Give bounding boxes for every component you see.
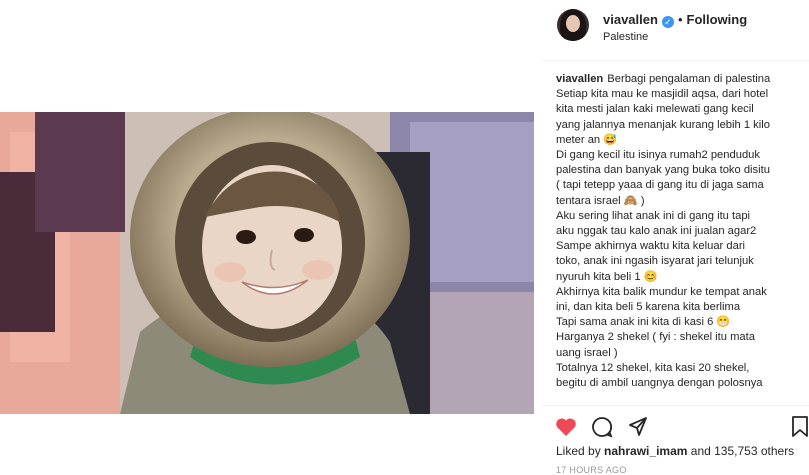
caption-line: ( tapi tetepp yaaa di gang itu di jaga s… bbox=[556, 179, 764, 192]
caption-line: Tapi sama anak ini kita di kasi 6 😁 bbox=[556, 316, 731, 329]
caption-line: Di gang kecil itu isinya rumah2 penduduk bbox=[556, 149, 760, 162]
avatar-face bbox=[566, 15, 580, 32]
following-button[interactable]: Following bbox=[687, 12, 748, 27]
caption-line: ini, dan kita beli 5 karena kita berlima bbox=[556, 301, 741, 314]
action-bar bbox=[542, 405, 809, 446]
caption-line: Totalnya 12 shekel, kita kasi 20 shekel, bbox=[556, 361, 750, 374]
heart-icon[interactable] bbox=[554, 415, 578, 439]
caption-line: viavallen Berbagi pengalaman di palestina bbox=[556, 73, 771, 85]
caption-line: palestina dan banyak yang buka toko disi… bbox=[556, 164, 770, 177]
caption-line: uang israel ) bbox=[556, 346, 618, 359]
location-link[interactable]: Palestine bbox=[603, 31, 648, 43]
caption-line: Setiap kita mau ke masjidil aqsa, dari h… bbox=[556, 88, 769, 101]
post-header: viavallen ✓ • Following Palestine bbox=[542, 0, 809, 61]
comment-icon[interactable] bbox=[590, 415, 614, 439]
caption-line: begitu di ambil uangnya dengan polosnya bbox=[556, 377, 763, 390]
post-timestamp[interactable]: 17 HOURS AGO bbox=[556, 465, 627, 475]
caption-line: Aku sering lihat anak ini di gang itu ta… bbox=[556, 209, 751, 222]
post-sidebar: viavallen ✓ • Following Palestine viavallen… bbox=[542, 0, 809, 475]
liked-by-user-link[interactable]: nahrawi_imam bbox=[604, 444, 687, 458]
likes-summary: Liked by nahrawi_imam and 135,753 others bbox=[556, 444, 795, 458]
caption-line: Sampe akhirnya waktu kita keluar dari bbox=[556, 240, 746, 253]
caption-username[interactable]: viavallen bbox=[556, 73, 603, 85]
username-link[interactable]: viavallen bbox=[603, 12, 658, 27]
avatar[interactable] bbox=[557, 9, 589, 41]
share-icon[interactable] bbox=[626, 415, 650, 439]
likes-count-link[interactable]: and 135,753 others bbox=[691, 444, 794, 458]
caption-line: kita mesti jalan kaki melewati gang keci… bbox=[556, 103, 754, 116]
bookmark-icon[interactable] bbox=[790, 415, 809, 439]
post-caption: viavallen Berbagi pengalaman di palestina… bbox=[556, 72, 806, 400]
caption-line: Harganya 2 shekel ( fyi : shekel itu mat… bbox=[556, 331, 755, 344]
child-photo-illustration bbox=[0, 112, 534, 414]
post-photo[interactable] bbox=[0, 112, 534, 414]
caption-line: tentara israel 🙈 ) bbox=[556, 194, 645, 207]
verified-badge-icon: ✓ bbox=[661, 16, 674, 28]
caption-line: yang jalannya menanjak kurang lebih 1 ki… bbox=[556, 118, 770, 131]
caption-line: nyuruh kita beli 1 😊 bbox=[556, 270, 658, 283]
caption-line: toko, anak ini ngasih isyarat jari telun… bbox=[556, 255, 754, 268]
caption-line: meter an 😅 bbox=[556, 133, 618, 146]
username-row: viavallen ✓ • Following bbox=[603, 12, 747, 28]
separator-dot: • bbox=[677, 12, 683, 27]
caption-line: aku nggak tau kalo anak ini jualan agar2 bbox=[556, 225, 757, 238]
caption-line: Akhirnya kita balik mundur ke tempat ana… bbox=[556, 285, 767, 298]
